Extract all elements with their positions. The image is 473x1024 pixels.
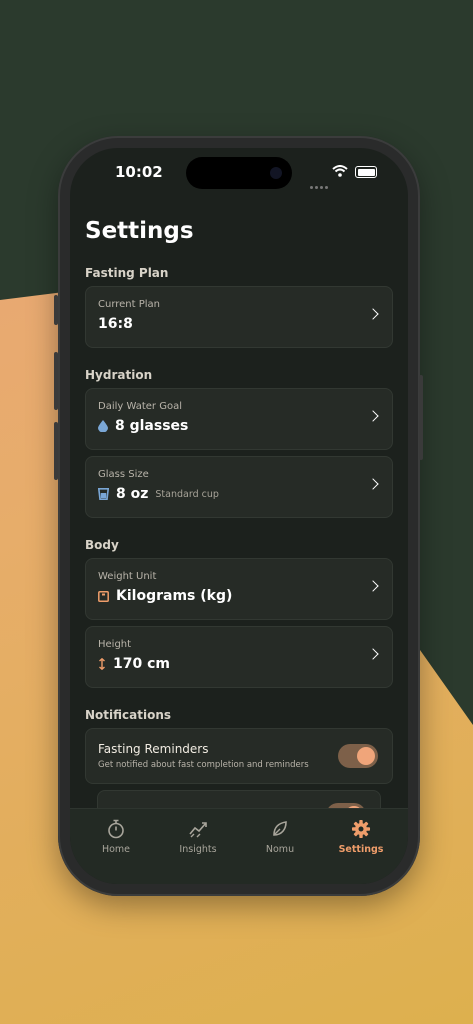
tab-home-label: Home [101, 844, 131, 855]
wifi-icon [332, 165, 348, 177]
fasting-reminders-label: Fasting Reminders [98, 742, 209, 756]
tab-settings-label: Settings [338, 844, 384, 855]
leaf-icon [273, 821, 287, 836]
page-title: Settings [85, 218, 194, 244]
chevron-right-icon [367, 410, 379, 422]
weight-unit-value: Kilograms (kg) [116, 588, 233, 604]
height-row[interactable]: Height 170 cm [85, 626, 393, 688]
section-body: Body [85, 538, 119, 552]
water-drop-icon [98, 420, 108, 432]
section-fasting-plan: Fasting Plan [85, 266, 169, 280]
status-bar: 10:02 [70, 148, 408, 196]
fasting-reminders-desc: Get notified about fast completion and r… [98, 760, 309, 770]
app-screen: 10:02 Settings Fasting Plan Current Plan… [70, 148, 408, 884]
water-goal-value: 8 glasses [115, 418, 189, 434]
fasting-reminders-row: Fasting Reminders Get notified about fas… [85, 728, 393, 784]
glass-size-value: 8 oz [116, 486, 149, 502]
glass-size-label: Glass Size [98, 469, 149, 480]
fasting-reminders-toggle[interactable] [338, 744, 378, 768]
chevron-right-icon [367, 478, 379, 490]
current-plan-row[interactable]: Current Plan 16:8 [85, 286, 393, 348]
tab-nomu-label: Nomu [265, 844, 295, 855]
current-plan-label: Current Plan [98, 299, 161, 310]
battery-icon [355, 166, 377, 178]
chart-icon [189, 822, 207, 838]
height-arrow-icon [98, 658, 106, 670]
chevron-right-icon [367, 648, 379, 660]
scale-icon [98, 590, 109, 602]
glass-size-row[interactable]: Glass Size 8 oz Standard cup [85, 456, 393, 518]
tab-insights-label: Insights [179, 844, 217, 855]
chevron-right-icon [367, 308, 379, 320]
glass-icon [98, 488, 109, 500]
tab-insights[interactable]: Insights [163, 819, 233, 855]
glass-size-sub: Standard cup [155, 488, 219, 500]
tab-settings[interactable]: Settings [326, 819, 396, 855]
camera-icon [270, 167, 282, 179]
section-notifications: Notifications [85, 708, 172, 722]
gear-icon [352, 820, 370, 838]
weight-unit-row[interactable]: Weight Unit Kilograms (kg) [85, 558, 393, 620]
chevron-right-icon [367, 580, 379, 592]
volume-up-button [54, 352, 58, 410]
current-plan-value: 16:8 [98, 316, 133, 332]
power-button [419, 375, 423, 460]
height-value: 170 cm [113, 656, 170, 672]
daily-water-goal-row[interactable]: Daily Water Goal 8 glasses [85, 388, 393, 450]
signal-icon [310, 174, 330, 193]
dynamic-island [186, 157, 292, 189]
tab-bar: Home Insights Nomu Settings [70, 808, 408, 884]
tab-nomu[interactable]: Nomu [245, 819, 315, 855]
status-time: 10:02 [115, 163, 163, 181]
side-button [54, 295, 58, 325]
tab-home[interactable]: Home [81, 819, 151, 855]
section-hydration: Hydration [85, 368, 153, 382]
weight-unit-label: Weight Unit [98, 571, 157, 582]
stopwatch-icon [108, 819, 124, 839]
water-goal-label: Daily Water Goal [98, 401, 182, 412]
volume-down-button [54, 422, 58, 480]
height-label: Height [98, 639, 132, 650]
toggle-knob [357, 747, 375, 765]
